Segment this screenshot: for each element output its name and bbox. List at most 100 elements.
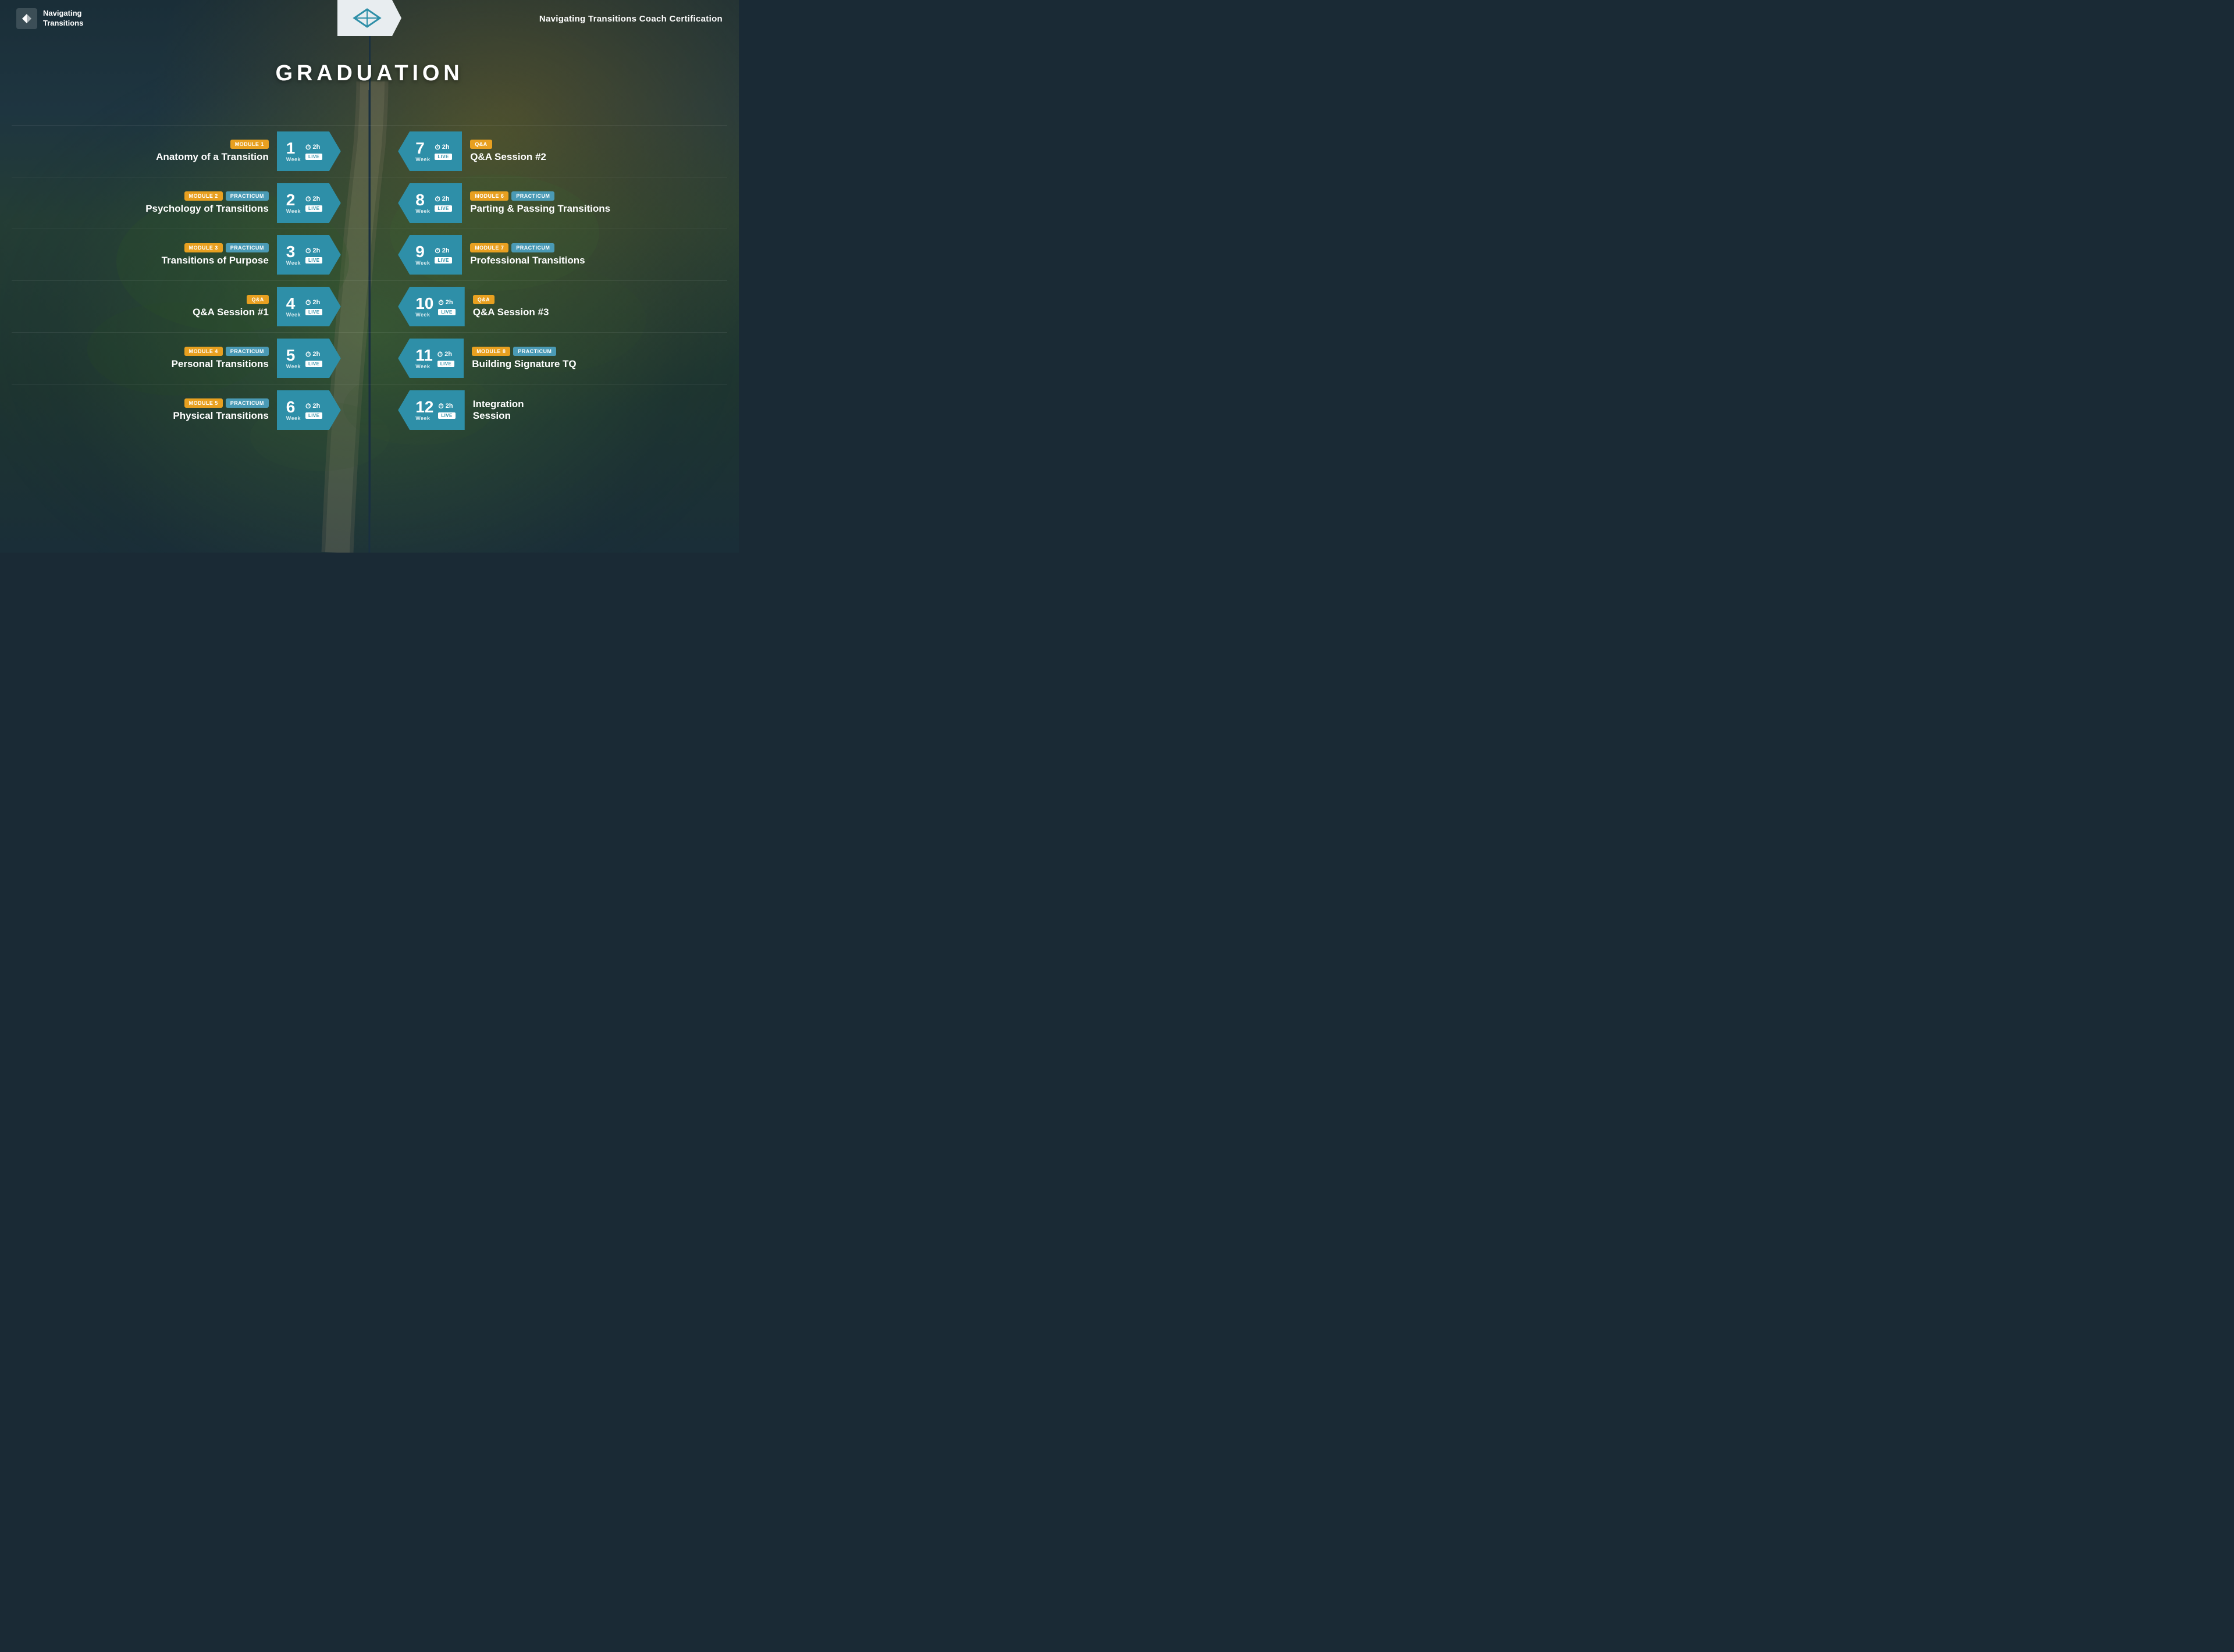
week-time: ⏱ 2h	[435, 143, 449, 152]
week-live-badge: LIVE	[305, 361, 322, 367]
badge-group: Q&A	[470, 140, 546, 149]
left-side: Q&A Q&A Session #1 4 Week ⏱ 2h LIVE	[12, 287, 341, 326]
week-label: Week	[286, 415, 301, 421]
week-live-badge: LIVE	[305, 205, 322, 212]
badge-module: MODULE 3	[184, 243, 223, 252]
module-title: Professional Transitions	[470, 255, 585, 266]
badge-practicum: PRACTICUM	[511, 243, 554, 252]
week-flag: 8 Week ⏱ 2h LIVE	[398, 183, 462, 223]
module-title: Physical Transitions	[173, 410, 268, 421]
module-title: Personal Transitions	[172, 358, 269, 369]
badge-practicum: PRACTICUM	[511, 191, 554, 201]
week-label: Week	[286, 156, 301, 162]
week-live-badge: LIVE	[437, 361, 454, 367]
clock-icon: ⏱	[435, 247, 440, 255]
week-flag: 9 Week ⏱ 2h LIVE	[398, 235, 462, 275]
left-text-block: Q&A Q&A Session #1	[193, 295, 269, 318]
table-row: MODULE 2PRACTICUM Psychology of Transiti…	[12, 177, 727, 229]
graduation-flag	[337, 0, 401, 36]
week-number: 1	[286, 140, 296, 156]
module-title: Building Signature TQ	[472, 358, 576, 369]
week-meta: ⏱ 2h LIVE	[438, 402, 455, 419]
week-flag: 2 Week ⏱ 2h LIVE	[277, 183, 341, 223]
week-number: 3	[286, 244, 296, 260]
table-row: Q&A Q&A Session #1 4 Week ⏱ 2h LIVE 10 W…	[12, 280, 727, 332]
right-text-block: IntegrationSession	[473, 398, 524, 422]
badge-module: MODULE 4	[184, 347, 223, 356]
week-label: Week	[415, 260, 430, 266]
week-number: 10	[415, 295, 433, 312]
week-flag: 7 Week ⏱ 2h LIVE	[398, 131, 462, 171]
badge-group: MODULE 8PRACTICUM	[472, 347, 576, 356]
badge-practicum: PRACTICUM	[226, 243, 269, 252]
week-meta: ⏱ 2h LIVE	[305, 350, 322, 367]
left-side: MODULE 2PRACTICUM Psychology of Transiti…	[12, 183, 341, 223]
week-number: 6	[286, 399, 296, 415]
badge-practicum: PRACTICUM	[226, 398, 269, 408]
week-label: Week	[286, 208, 301, 214]
week-meta: ⏱ 2h LIVE	[305, 247, 322, 264]
right-side: 7 Week ⏱ 2h LIVE Q&A Q&A Session #2	[398, 131, 727, 171]
week-flag: 6 Week ⏱ 2h LIVE	[277, 390, 341, 430]
week-flag: 5 Week ⏱ 2h LIVE	[277, 339, 341, 378]
week-flag: 11 Week ⏱ 2h LIVE	[398, 339, 464, 378]
right-side: 8 Week ⏱ 2h LIVE MODULE 6PRACTICUM Parti…	[398, 183, 727, 223]
table-row: MODULE 4PRACTICUM Personal Transitions 5…	[12, 332, 727, 384]
badge-group: MODULE 1	[156, 140, 269, 149]
logo: Navigating Transitions	[16, 8, 83, 29]
left-text-block: MODULE 5PRACTICUM Physical Transitions	[173, 398, 268, 422]
badge-group: MODULE 3PRACTICUM	[162, 243, 269, 252]
week-time: ⏱ 2h	[305, 402, 320, 411]
badge-module: MODULE 5	[184, 398, 223, 408]
week-label: Week	[286, 260, 301, 266]
week-live-badge: LIVE	[435, 257, 451, 264]
week-meta: ⏱ 2h LIVE	[305, 143, 322, 160]
badge-group: Q&A	[473, 295, 549, 304]
week-time: ⏱ 2h	[305, 298, 320, 307]
week-flag: 12 Week ⏱ 2h LIVE	[398, 390, 465, 430]
left-text-block: MODULE 2PRACTICUM Psychology of Transiti…	[145, 191, 269, 215]
week-label: Week	[415, 364, 430, 369]
week-label: Week	[415, 415, 430, 421]
clock-icon: ⏱	[305, 298, 311, 307]
week-number: 5	[286, 347, 296, 364]
badge-practicum: PRACTICUM	[226, 191, 269, 201]
week-live-badge: LIVE	[435, 154, 451, 160]
week-number: 9	[415, 244, 425, 260]
left-text-block: MODULE 3PRACTICUM Transitions of Purpose	[162, 243, 269, 266]
clock-icon: ⏱	[435, 195, 440, 204]
table-row: MODULE 1 Anatomy of a Transition 1 Week …	[12, 125, 727, 177]
module-title: Q&A Session #3	[473, 307, 549, 318]
week-flag: 1 Week ⏱ 2h LIVE	[277, 131, 341, 171]
clock-icon: ⏱	[438, 402, 443, 411]
right-text-block: MODULE 6PRACTICUM Parting & Passing Tran…	[470, 191, 610, 215]
week-time: ⏱ 2h	[438, 298, 453, 307]
table-row: MODULE 5PRACTICUM Physical Transitions 6…	[12, 384, 727, 436]
week-time: ⏱ 2h	[305, 143, 320, 152]
right-side: 12 Week ⏱ 2h LIVE IntegrationSession	[398, 390, 727, 430]
week-label: Week	[286, 312, 301, 318]
right-text-block: MODULE 7PRACTICUM Professional Transitio…	[470, 243, 585, 266]
left-side: MODULE 3PRACTICUM Transitions of Purpose…	[12, 235, 341, 275]
left-side: MODULE 5PRACTICUM Physical Transitions 6…	[12, 390, 341, 430]
right-side: 11 Week ⏱ 2h LIVE MODULE 8PRACTICUM Buil…	[398, 339, 727, 378]
week-time: ⏱ 2h	[438, 402, 453, 411]
week-live-badge: LIVE	[305, 309, 322, 315]
week-meta: ⏱ 2h LIVE	[435, 143, 451, 160]
badge-practicum: PRACTICUM	[226, 347, 269, 356]
logo-text: Navigating Transitions	[43, 9, 83, 29]
week-meta: ⏱ 2h LIVE	[305, 195, 322, 212]
badge-qa: Q&A	[470, 140, 492, 149]
badge-module: MODULE 8	[472, 347, 510, 356]
week-meta: ⏱ 2h LIVE	[438, 298, 455, 315]
badge-module: MODULE 6	[470, 191, 508, 201]
week-number: 11	[415, 347, 433, 364]
badge-qa: Q&A	[247, 295, 268, 304]
right-text-block: Q&A Q&A Session #2	[470, 140, 546, 163]
badge-module: MODULE 2	[184, 191, 223, 201]
rows-container: MODULE 1 Anatomy of a Transition 1 Week …	[0, 125, 739, 436]
right-side: 10 Week ⏱ 2h LIVE Q&A Q&A Session #3	[398, 287, 727, 326]
logo-icon	[16, 8, 37, 29]
week-flag: 4 Week ⏱ 2h LIVE	[277, 287, 341, 326]
module-title: Transitions of Purpose	[162, 255, 269, 266]
